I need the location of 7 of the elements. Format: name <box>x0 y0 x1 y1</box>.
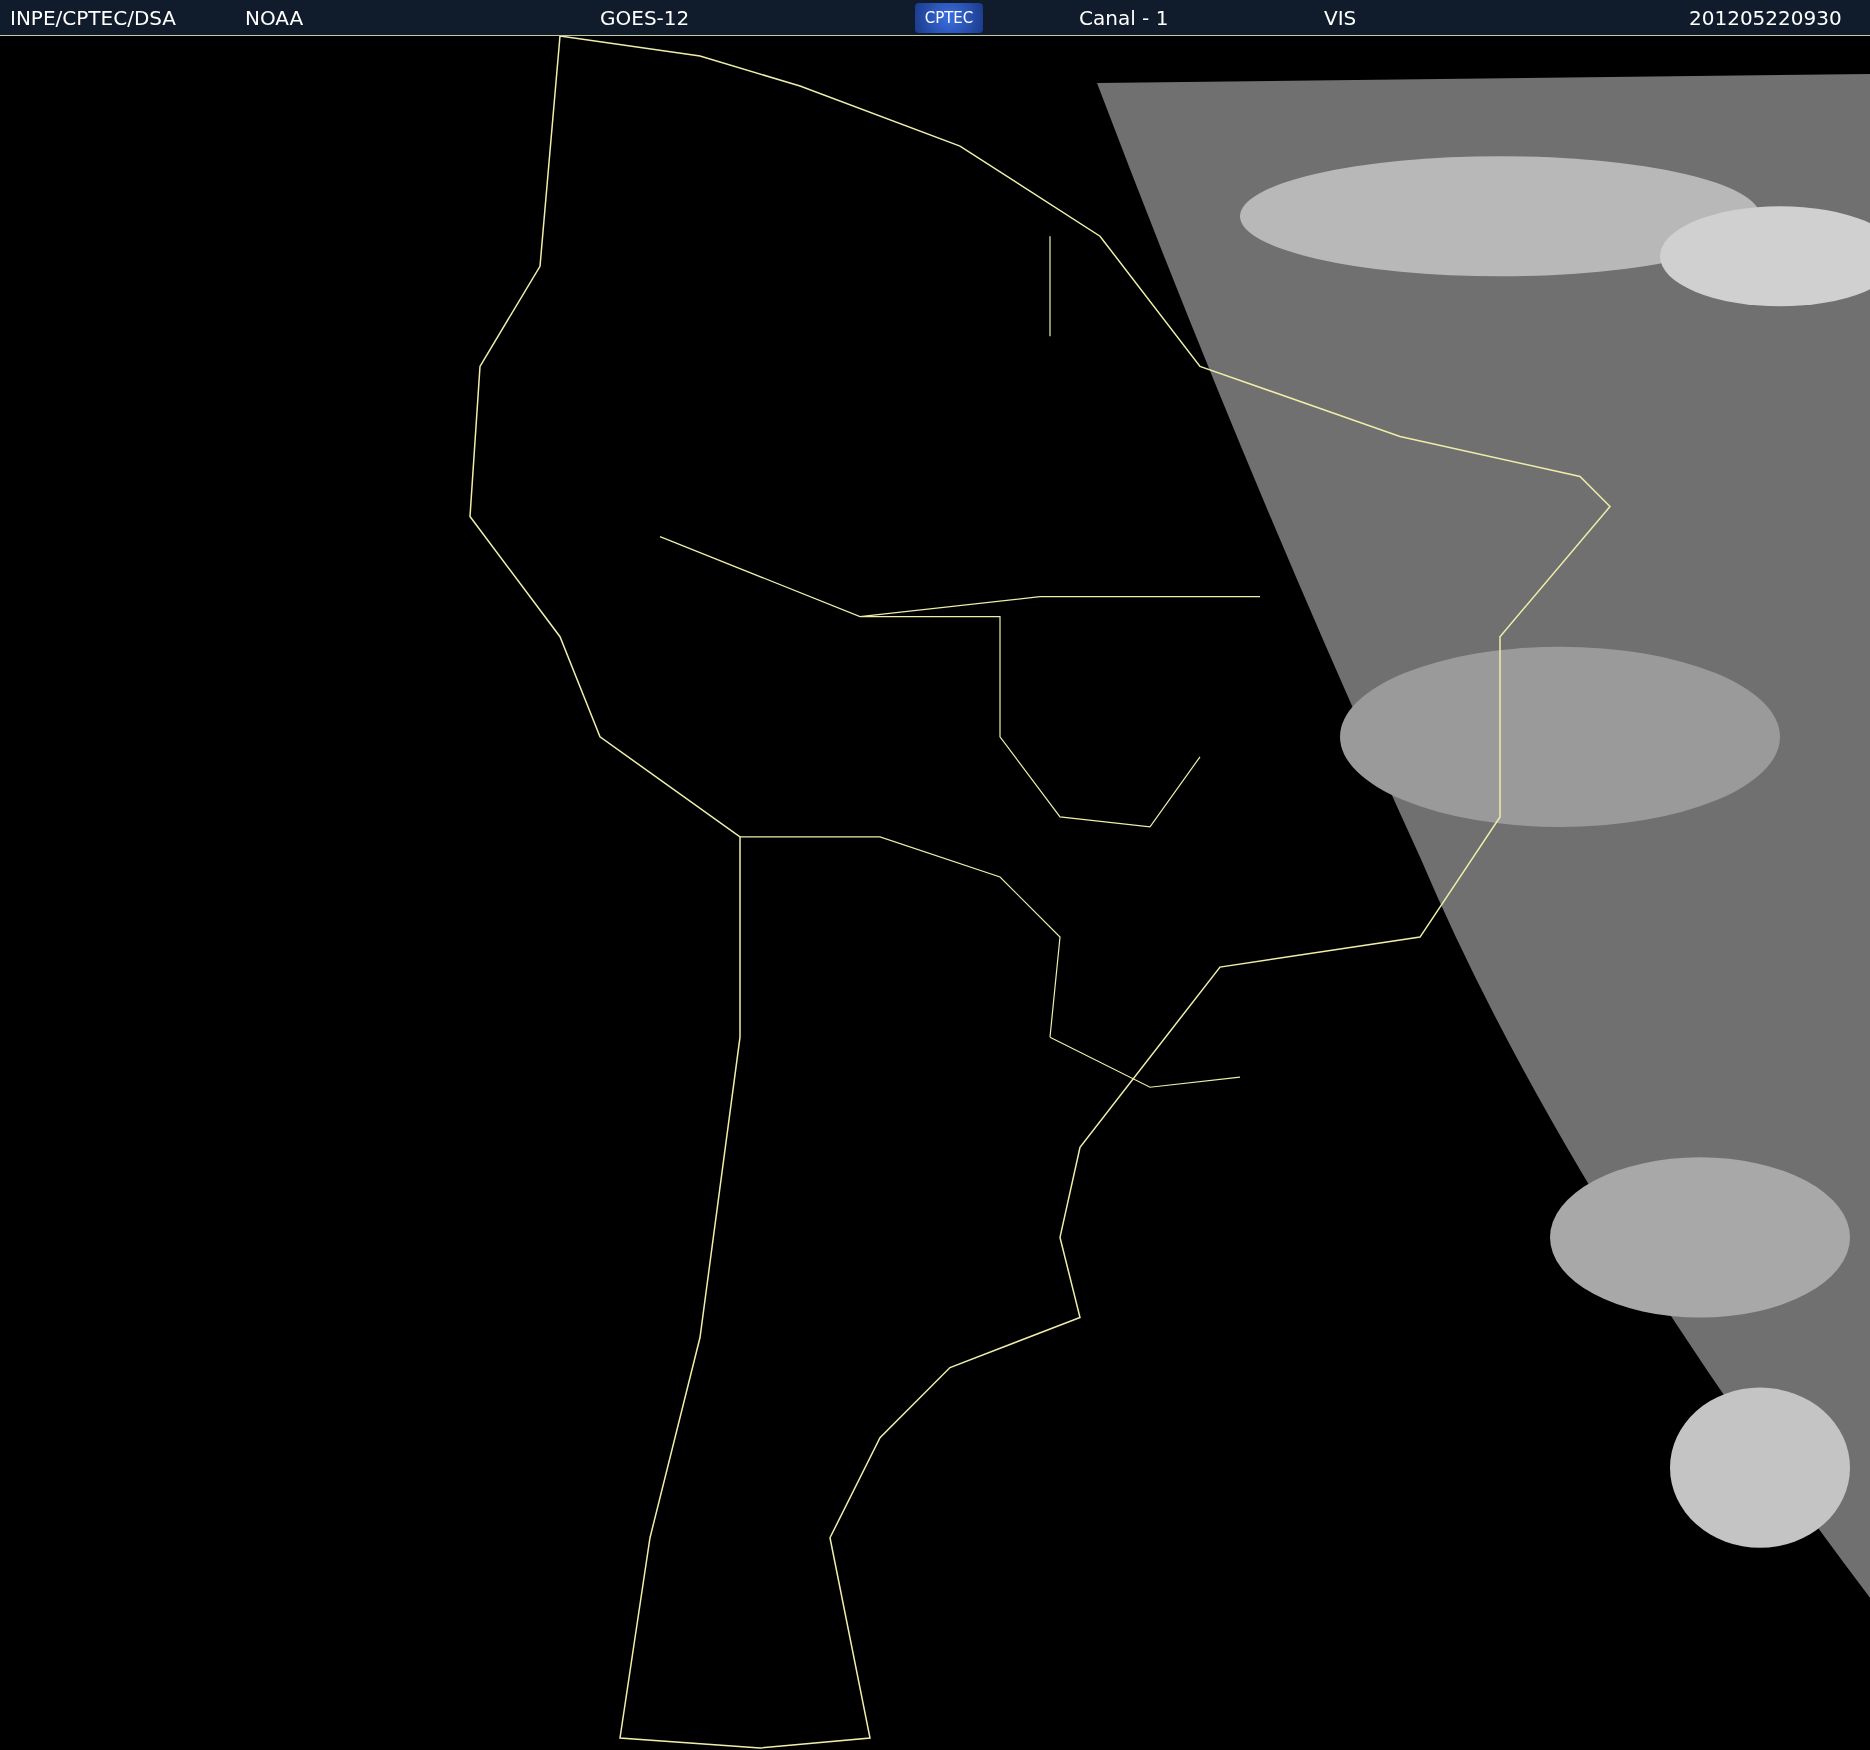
band-label: VIS <box>1324 5 1358 30</box>
agency-label: NOAA <box>245 5 305 30</box>
logo-badge: CPTEC <box>915 2 983 33</box>
source-label: INPE/CPTEC/DSA <box>10 5 178 30</box>
timestamp-label: 201205220930 <box>1689 5 1842 30</box>
channel-label: Canal - 1 <box>1079 5 1170 30</box>
satellite-label: GOES-12 <box>600 5 691 30</box>
